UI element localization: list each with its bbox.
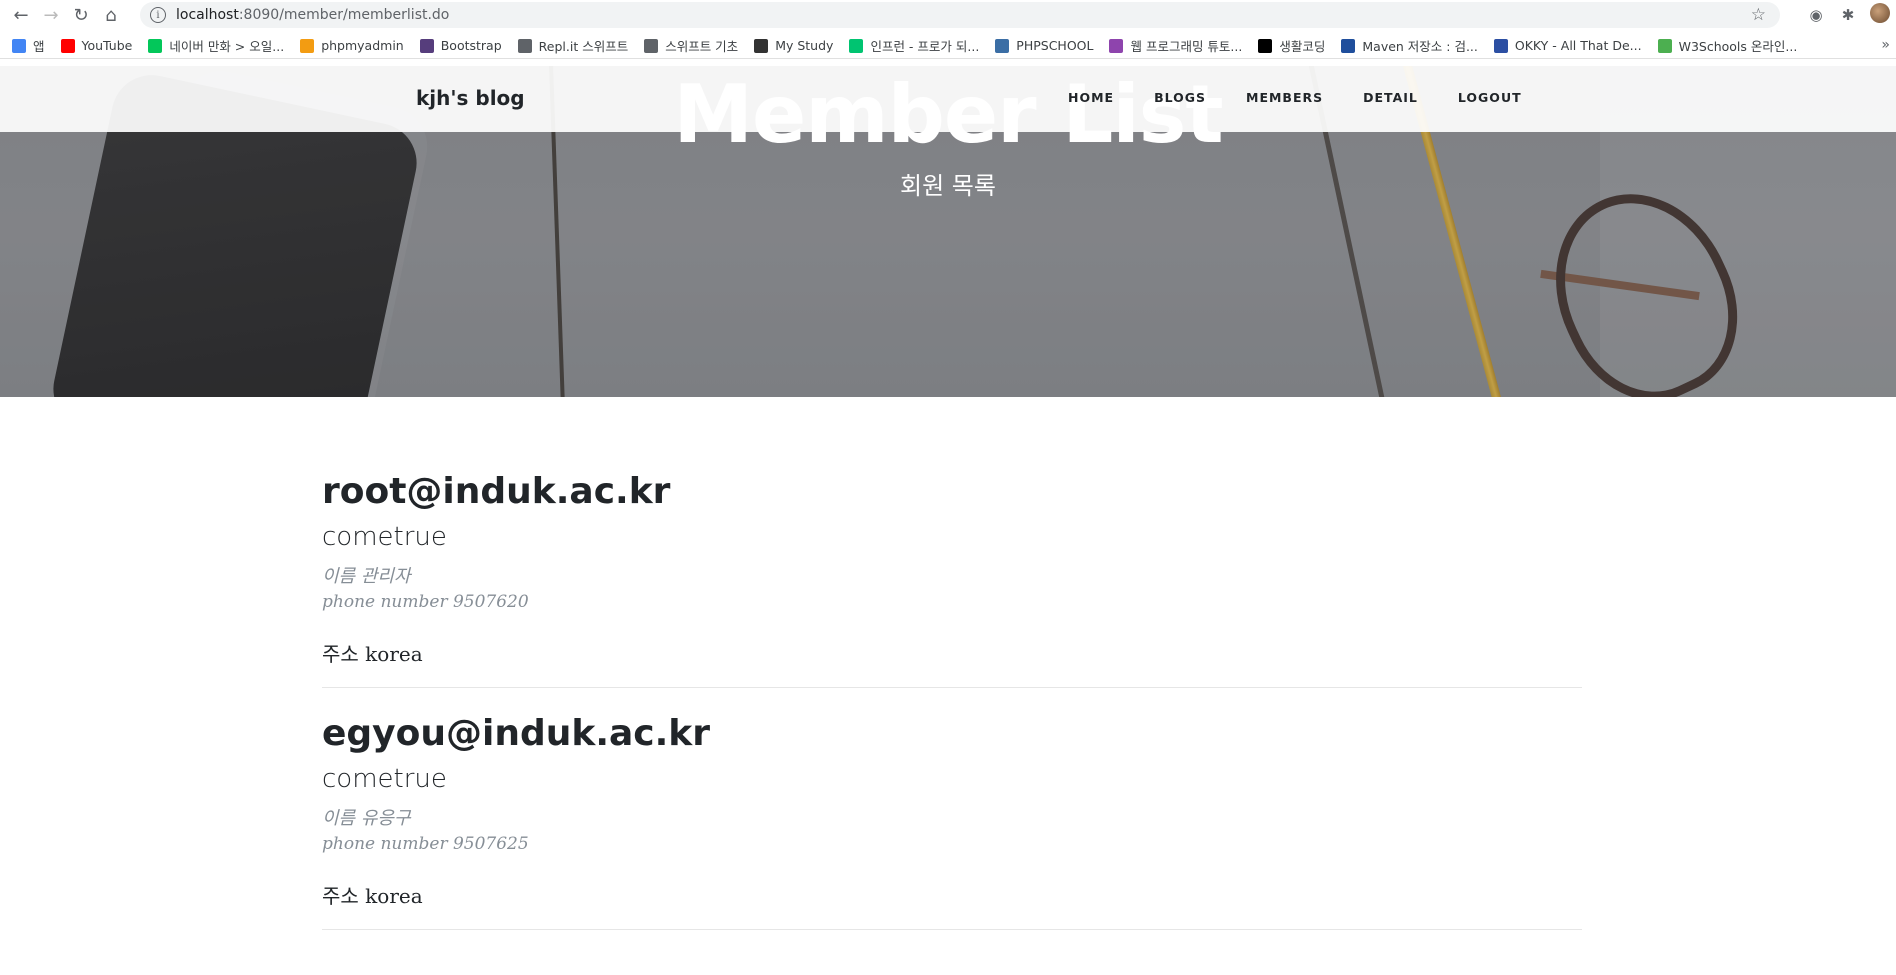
member-name: 이름 유응구 — [322, 808, 411, 829]
bookmarks-bar: 앱 YouTube 네이버 만화 > 오일... phpmyadmin Bootstra… — [0, 33, 1896, 59]
camera-icon[interactable]: ◉ — [1800, 6, 1832, 24]
nav-logout[interactable]: LOGOUT — [1458, 90, 1522, 105]
bookmark-label: My Study — [775, 38, 834, 53]
bookmark-favicon-icon — [1109, 38, 1124, 53]
bookmark-favicon-icon — [300, 38, 315, 53]
bookmark-label: OKKY - All That De... — [1514, 38, 1642, 53]
bookmark-favicon-icon — [754, 38, 769, 53]
web-page: Member List 회원 목록 kjh's blog HOME BLOGS … — [0, 66, 1896, 975]
bookmark-favicon-icon — [1493, 38, 1508, 53]
bookmark-item[interactable]: My Study — [754, 38, 833, 53]
bookmark-favicon-icon — [148, 38, 163, 53]
page-subtitle: 회원 목록 — [900, 172, 996, 200]
info-icon[interactable]: i — [150, 7, 166, 23]
address-bar[interactable]: i localhost:8090/member/memberlist.do ☆ — [140, 2, 1780, 28]
bookmark-favicon-icon — [1657, 38, 1672, 53]
url-text[interactable]: localhost:8090/member/memberlist.do — [176, 7, 449, 23]
bookmark-item[interactable]: PHPSCHOOL — [995, 38, 1093, 53]
member-phone: phone number 9507620 — [322, 592, 529, 612]
bookmark-label: W3Schools 온라인... — [1678, 39, 1798, 54]
bookmark-item[interactable]: OKKY - All That De... — [1493, 38, 1642, 53]
bookmark-favicon-icon — [517, 38, 532, 53]
nav-detail[interactable]: DETAIL — [1363, 90, 1418, 105]
bookmark-item[interactable]: phpmyadmin — [300, 38, 404, 53]
bookmark-favicon-icon — [1341, 38, 1356, 53]
member-password: cometrue — [322, 522, 447, 552]
browser-toolbar: ← → ↻ ⌂ i localhost:8090/member/memberli… — [0, 0, 1896, 30]
bookmark-label: Bootstrap — [440, 38, 502, 53]
bookmark-label: 생활코딩 — [1279, 39, 1326, 54]
nav-blogs[interactable]: BLOGS — [1154, 90, 1206, 105]
bookmark-favicon-icon — [12, 38, 26, 53]
bookmark-label: 앱 — [33, 39, 45, 54]
member-item: egyou@induk.ac.kr cometrue 이름 유응구 phone … — [322, 712, 1582, 930]
nav-home[interactable]: HOME — [1068, 90, 1114, 105]
nav-menu: HOME BLOGS MEMBERS DETAIL LOGOUT — [1068, 90, 1562, 105]
bookmark-label: YouTube — [81, 38, 133, 53]
bookmark-label: phpmyadmin — [321, 38, 404, 53]
bookmark-favicon-icon — [849, 38, 864, 53]
bookmark-label: 웹 프로그래밍 튜토... — [1130, 39, 1243, 54]
member-email[interactable]: egyou@induk.ac.kr — [322, 712, 1582, 756]
bookmark-label: Repl.it 스위프트 — [538, 39, 629, 54]
bookmark-label: 인프런 - 프로가 되... — [870, 39, 980, 54]
url-host: localhost — [176, 7, 239, 23]
bookmark-item[interactable]: 앱 — [12, 36, 45, 55]
bookmark-favicon-icon — [1258, 38, 1273, 53]
bookmarks-overflow-icon[interactable]: » — [1881, 37, 1890, 53]
site-brand[interactable]: kjh's blog — [416, 86, 525, 110]
bookmark-item[interactable]: 인프런 - 프로가 되... — [849, 36, 979, 55]
bookmark-star-icon[interactable]: ☆ — [1751, 5, 1766, 25]
member-address: 주소 korea — [322, 884, 423, 908]
bookmark-item[interactable]: Maven 저장소 : 검... — [1341, 36, 1478, 55]
member-password: cometrue — [322, 764, 447, 794]
bookmark-favicon-icon — [995, 38, 1010, 53]
nav-members[interactable]: MEMBERS — [1246, 90, 1323, 105]
bookmark-favicon-icon — [60, 38, 75, 53]
bookmark-item[interactable]: W3Schools 온라인... — [1657, 36, 1798, 55]
bookmark-favicon-icon — [419, 38, 434, 53]
url-path: :8090/member/memberlist.do — [238, 7, 450, 23]
bookmark-label: 스위프트 기초 — [665, 39, 739, 54]
bookmark-label: PHPSCHOOL — [1016, 38, 1094, 53]
profile-avatar[interactable] — [1864, 3, 1896, 27]
reload-icon[interactable]: ↻ — [66, 0, 96, 30]
bookmark-item[interactable]: 네이버 만화 > 오일... — [148, 36, 284, 55]
member-email[interactable]: root@induk.ac.kr — [322, 470, 1582, 514]
site-navbar: kjh's blog HOME BLOGS MEMBERS DETAIL LOG… — [0, 66, 1896, 132]
member-item: root@induk.ac.kr cometrue 이름 관리자 phone n… — [322, 470, 1582, 688]
forward-icon[interactable]: → — [36, 0, 66, 30]
bookmark-item[interactable]: 생활코딩 — [1258, 36, 1325, 55]
bookmark-item[interactable]: 스위프트 기초 — [644, 36, 738, 55]
bookmark-item[interactable]: 웹 프로그래밍 튜토... — [1109, 36, 1242, 55]
member-name: 이름 관리자 — [322, 566, 411, 587]
home-icon[interactable]: ⌂ — [96, 0, 126, 30]
bookmark-item[interactable]: YouTube — [60, 38, 133, 53]
extensions-icon[interactable]: ✱ — [1832, 6, 1864, 24]
member-address: 주소 korea — [322, 642, 423, 666]
bookmark-label: Maven 저장소 : 검... — [1362, 39, 1478, 54]
back-icon[interactable]: ← — [6, 0, 36, 30]
bookmark-favicon-icon — [644, 38, 659, 53]
member-list: root@induk.ac.kr cometrue 이름 관리자 phone n… — [322, 470, 1582, 954]
bookmark-item[interactable]: Bootstrap — [419, 38, 502, 53]
member-phone: phone number 9507625 — [322, 834, 529, 854]
bookmark-item[interactable]: Repl.it 스위프트 — [517, 36, 629, 55]
bookmark-label: 네이버 만화 > 오일... — [169, 39, 285, 54]
